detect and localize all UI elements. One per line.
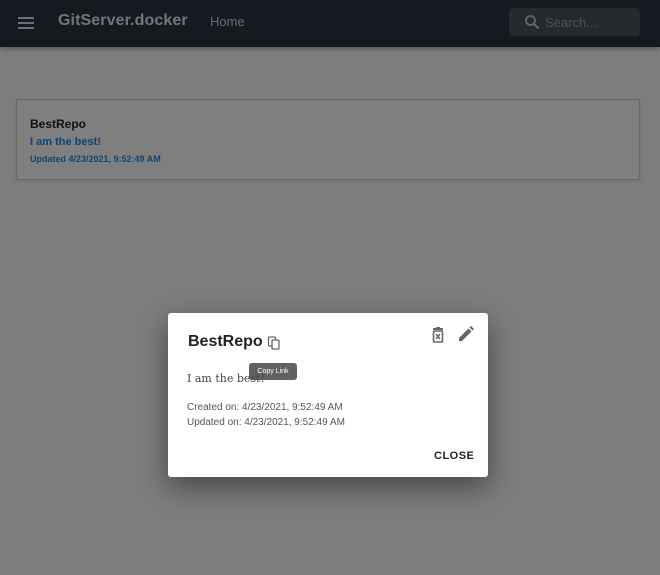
repo-dialog: BestRepo Copy Link I am the best! Create… [168,313,488,477]
dialog-title: BestRepo [188,333,263,350]
updated-date: Updated on: 4/23/2021, 9:52:49 AM [187,417,345,428]
pencil-icon [459,326,474,341]
edit-button[interactable] [456,326,476,344]
close-button[interactable]: CLOSE [434,450,474,462]
copy-link-button[interactable] [266,335,282,351]
dialog-description: I am the best! [187,372,265,385]
modal-backdrop[interactable] [0,0,660,575]
delete-icon [432,327,444,343]
delete-button[interactable] [429,326,447,344]
copy-icon [267,336,280,350]
created-date: Created on: 4/23/2021, 9:52:49 AM [187,402,343,413]
